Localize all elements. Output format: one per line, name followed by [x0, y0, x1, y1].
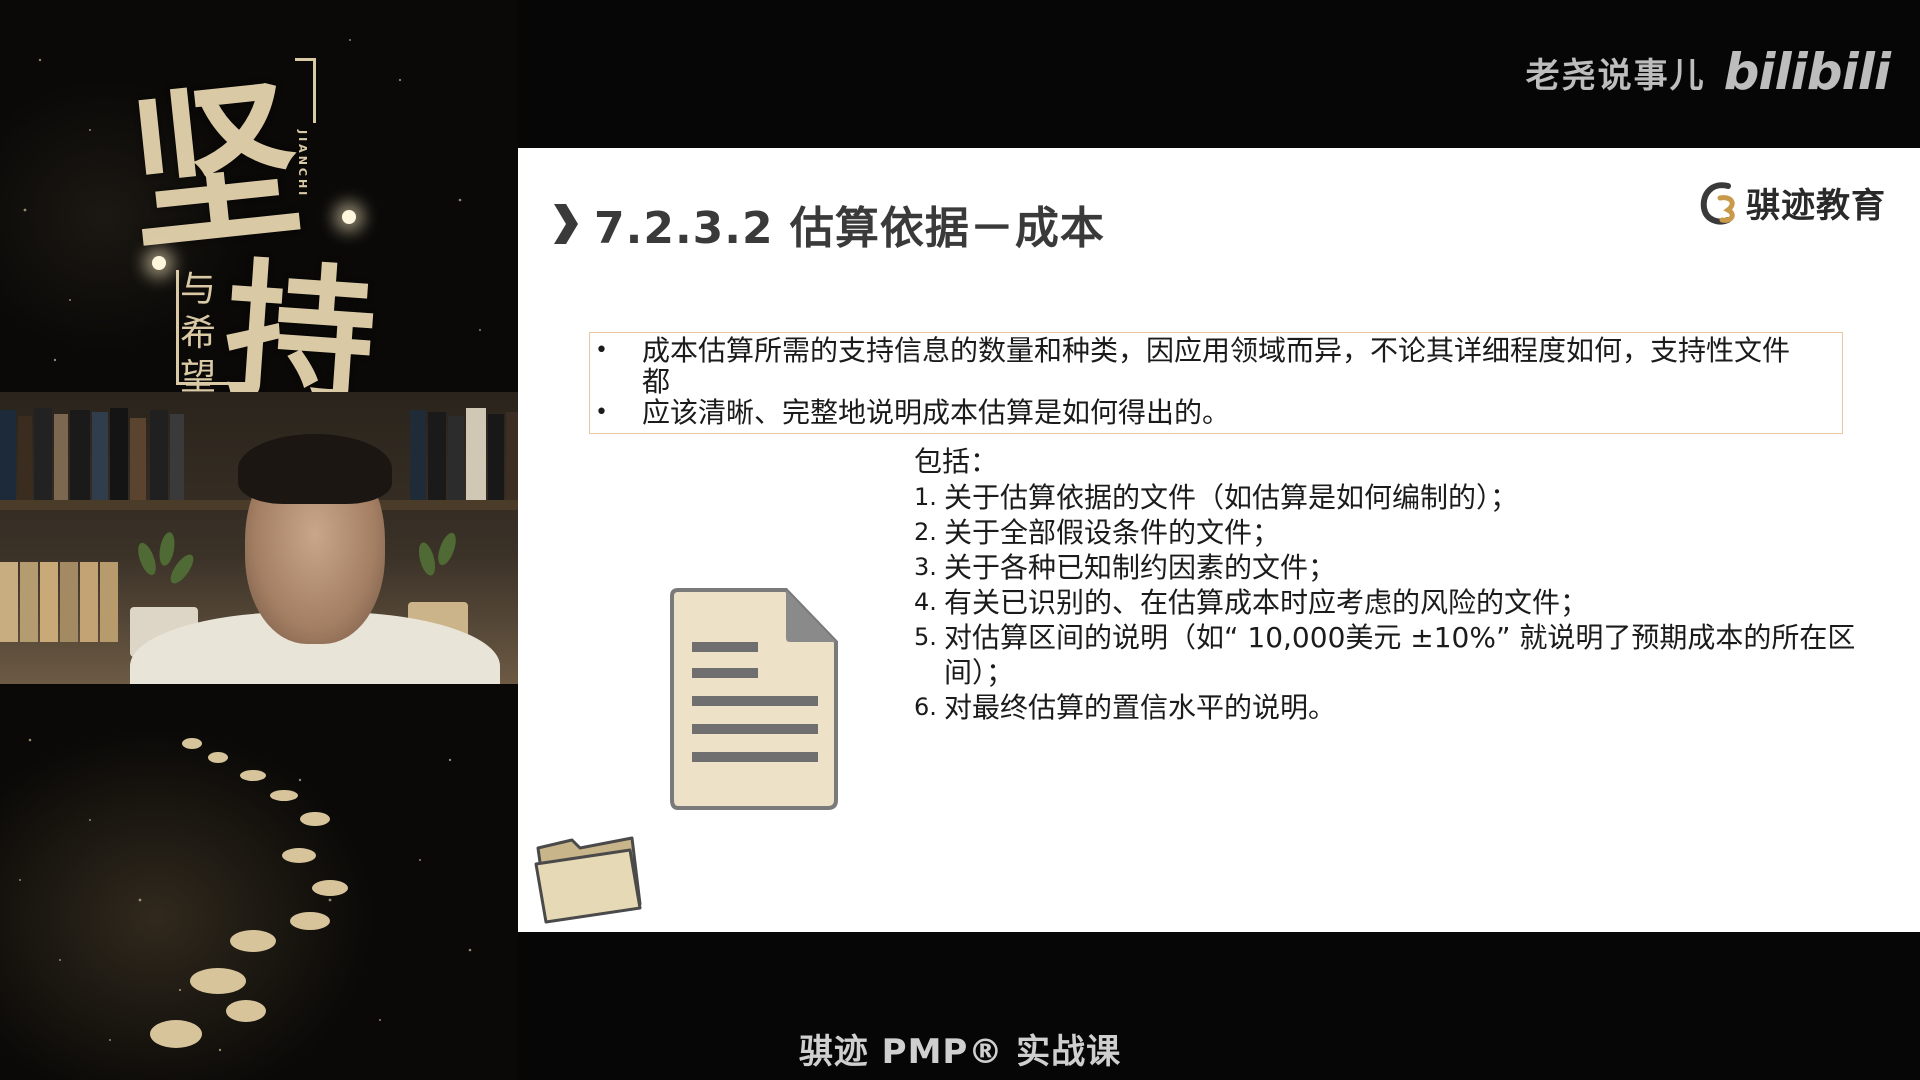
intro-text-box: • 成本估算所需的支持信息的数量和种类，因应用领域而异，不论其详细程度如何，支持…	[589, 332, 1843, 434]
poster-frame-line	[295, 58, 316, 123]
poster-pinyin: JIANCHI	[296, 130, 309, 199]
includes-heading: 包括：	[914, 445, 999, 478]
channel-watermark: 老尧说事儿 bilibili	[1525, 42, 1891, 102]
light-flare	[342, 210, 356, 224]
list-number: 2.	[914, 518, 937, 546]
bullet-icon: •	[595, 400, 608, 425]
presentation-slide: 7.2.3.2 估算依据－成本 骐迹教育 • 成本估算所需的支持信息的数量和种类…	[518, 148, 1920, 932]
includes-list: 包括： 1. 关于估算依据的文件（如估算是如何编制的）； 2. 关于全部假设条件…	[914, 444, 1874, 725]
webcam-feed	[0, 392, 518, 684]
list-number: 3.	[914, 553, 937, 581]
list-item-text: 有关已识别的、在估算成本时应考虑的风险的文件；	[944, 586, 1589, 619]
video-frame: 坚 持 JIANCHI 与希望 老尧说事儿 bilibili 7.2.3.2 估…	[0, 0, 1920, 1080]
company-logo-text: 骐迹教育	[1746, 186, 1886, 226]
list-item-text: 关于全部假设条件的文件；	[944, 516, 1281, 549]
list-number: 1.	[914, 483, 937, 511]
list-item: 3. 关于各种已知制约因素的文件；	[914, 550, 1874, 585]
poster-frame-line	[176, 270, 251, 385]
slide-header: 7.2.3.2 估算依据－成本	[552, 192, 1105, 256]
channel-name: 老尧说事儿	[1525, 55, 1706, 96]
poster-panel: 坚 持 JIANCHI 与希望	[0, 0, 518, 1080]
light-flare	[152, 256, 166, 270]
list-item: 4. 有关已识别的、在估算成本时应考虑的风险的文件；	[914, 585, 1874, 620]
bilibili-logo: bilibili	[1723, 43, 1891, 101]
list-item-text: 关于估算依据的文件（如估算是如何编制的）；	[944, 481, 1519, 514]
company-logo: 骐迹教育	[1698, 178, 1886, 227]
list-item: 2. 关于全部假设条件的文件；	[914, 515, 1874, 550]
company-logo-mark-icon	[1700, 181, 1735, 224]
list-number: 4.	[914, 588, 937, 616]
folder-icon	[534, 836, 642, 924]
list-item-text: 对估算区间的说明（如“ 10,000美元 ±10%” 就说明了预期成本的所在区间…	[944, 621, 1856, 689]
list-number: 6.	[914, 693, 937, 721]
list-item: 1. 关于估算依据的文件（如估算是如何编制的）；	[914, 480, 1874, 515]
list-item: 5. 对估算区间的说明（如“ 10,000美元 ±10%” 就说明了预期成本的所…	[914, 620, 1874, 690]
list-number: 5.	[914, 623, 937, 651]
intro-line: 应该清晰、完整地说明成本估算是如何得出的。	[642, 396, 1231, 429]
list-item: 6. 对最终估算的置信水平的说明。	[914, 690, 1874, 725]
course-title: 骐迹 PMP® 实战课	[798, 1032, 1122, 1072]
slide-title: 7.2.3.2 估算依据－成本	[594, 203, 1105, 254]
list-item-text: 关于各种已知制约因素的文件；	[944, 551, 1337, 584]
list-item-text: 对最终估算的置信水平的说明。	[944, 691, 1337, 724]
presenter-hair	[238, 434, 392, 504]
bullet-icon: •	[595, 338, 608, 363]
document-icon	[670, 588, 838, 810]
chevron-right-icon	[554, 204, 578, 244]
